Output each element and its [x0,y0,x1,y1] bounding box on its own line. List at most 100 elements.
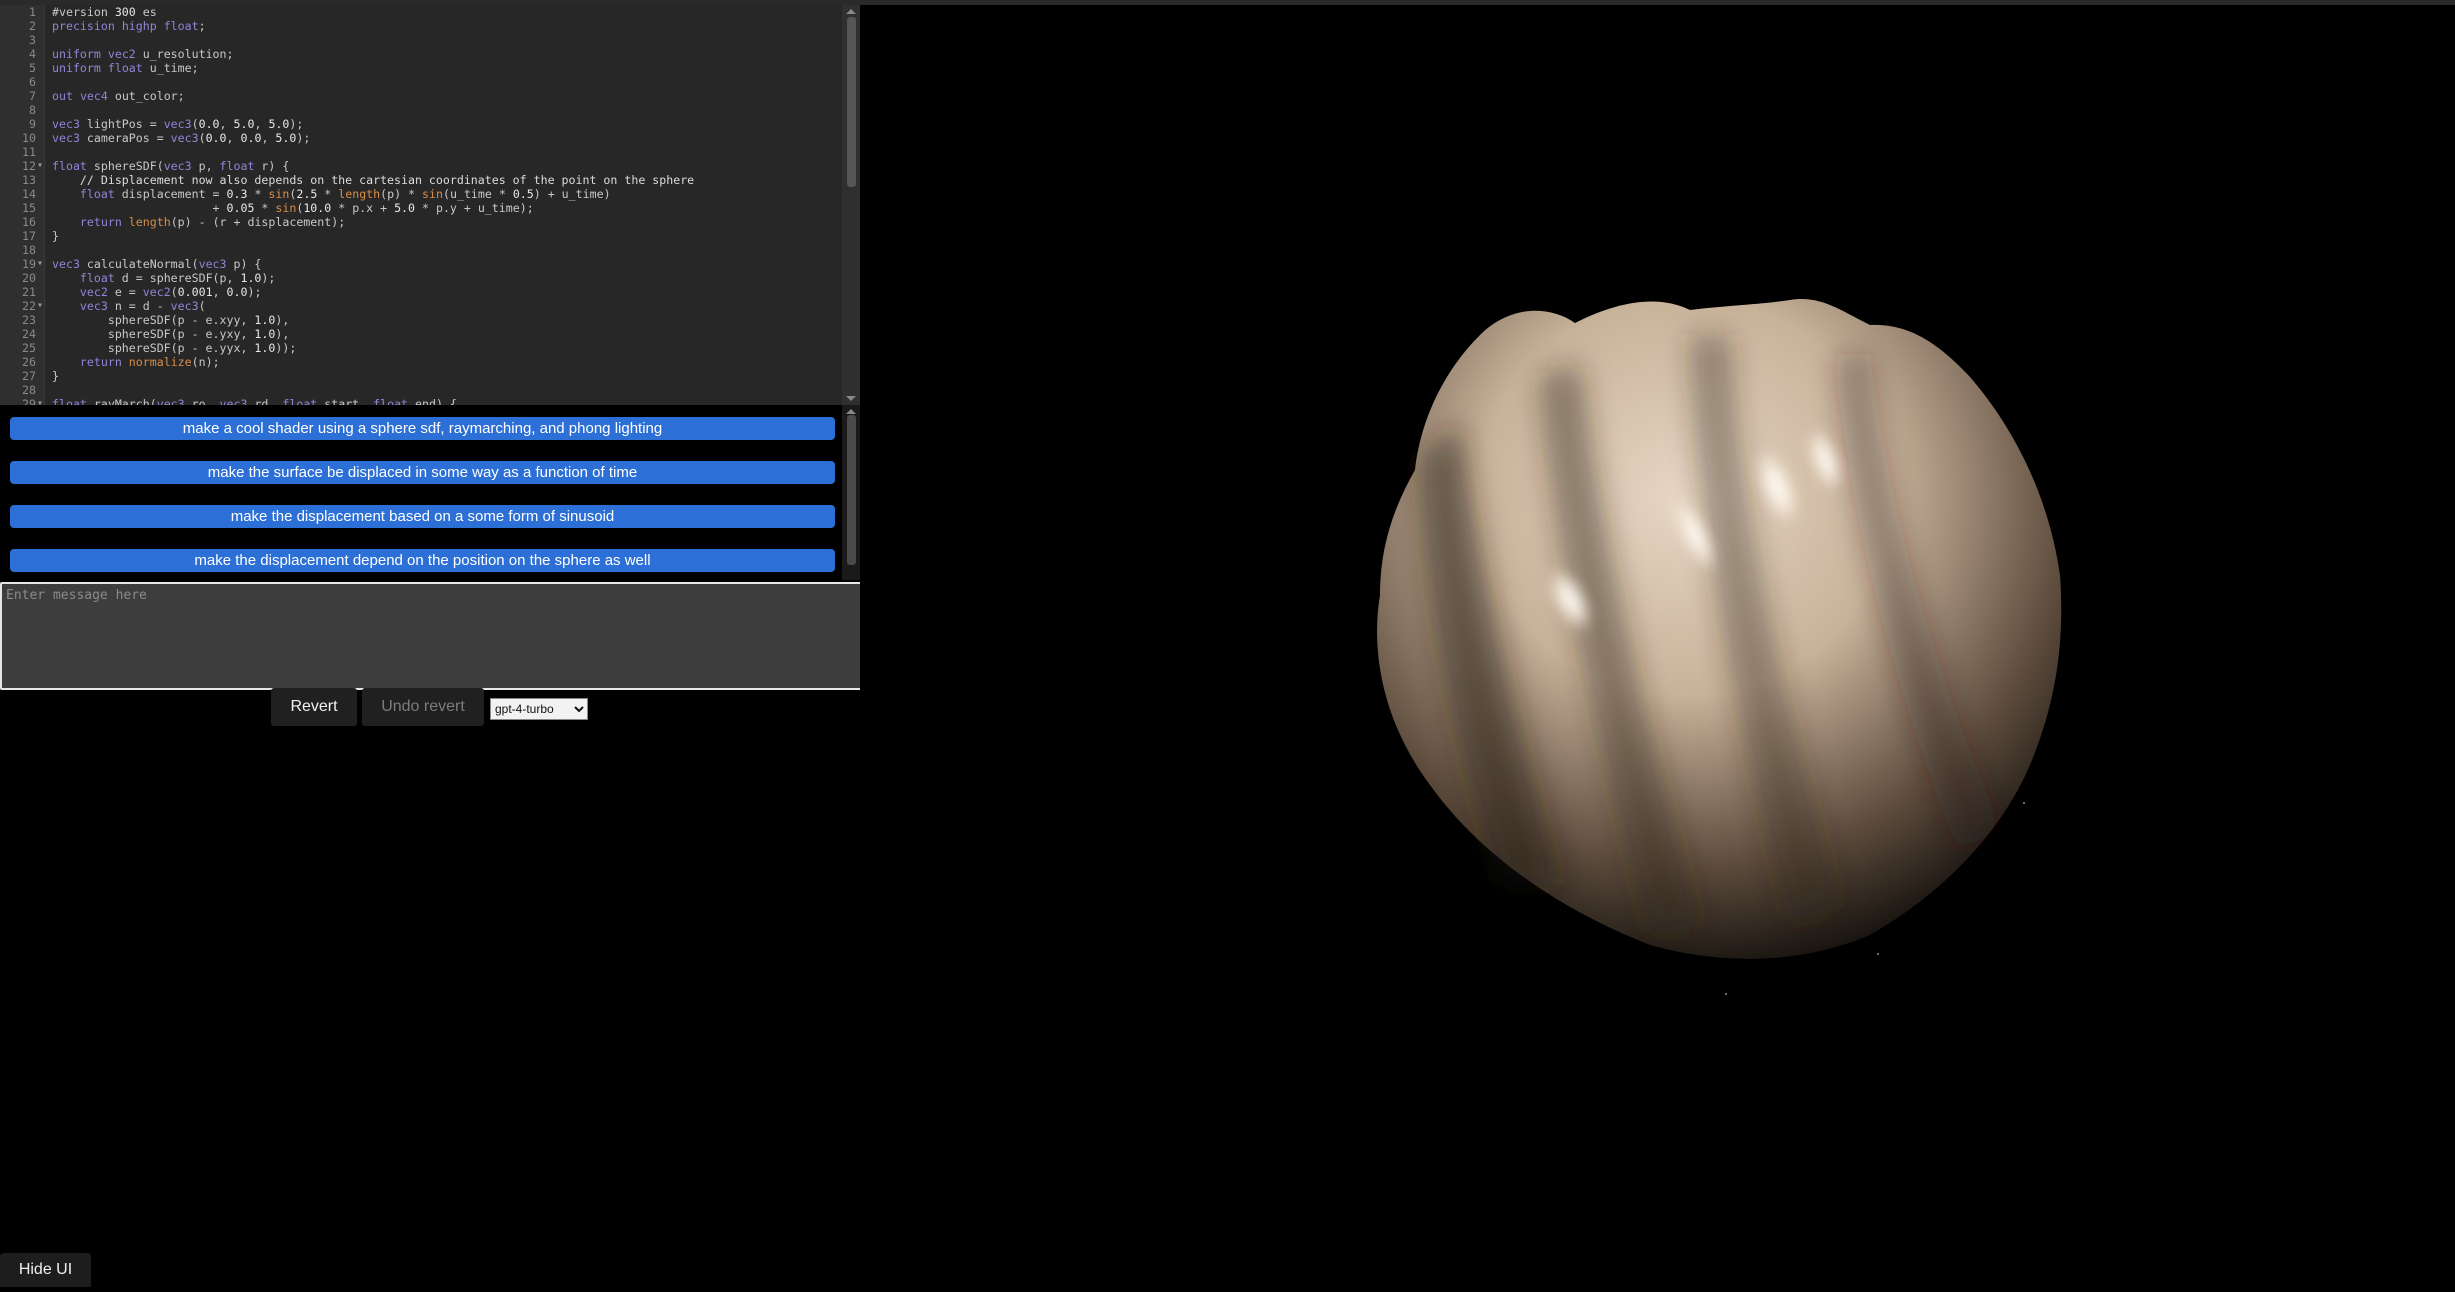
code-text[interactable]: precision highp float; [52,19,206,33]
code-line[interactable]: 13 // Displacement now also depends on t… [0,173,842,187]
code-text[interactable]: uniform vec2 u_resolution; [52,47,234,61]
code-line[interactable]: 16 return length(p) - (r + displacement)… [0,215,842,229]
code-line[interactable]: 18 [0,243,842,257]
line-number: 26 [22,355,36,369]
code-line[interactable]: 10 vec3 cameraPos = vec3(0.0, 0.0, 5.0); [0,131,842,145]
code-line[interactable]: 7 out vec4 out_color; [0,89,842,103]
line-number: 20 [22,271,36,285]
code-line[interactable]: 11 [0,145,842,159]
code-line[interactable]: 6 [0,75,842,89]
history-item[interactable]: make the displacement depend on the posi… [10,549,835,572]
code-line[interactable]: 1 #version 300 es [0,5,842,19]
code-text[interactable]: return length(p) - (r + displacement); [52,215,345,229]
code-text[interactable]: float sphereSDF(vec3 p, float r) { [52,159,289,173]
code-line[interactable]: 2 precision highp float; [0,19,842,33]
code-line[interactable]: 22 ▾ vec3 n = d - vec3( [0,299,842,313]
editor-scroll-thumb[interactable] [847,17,856,187]
line-number: 6 [29,75,36,89]
history-scrollbar[interactable] [842,405,860,580]
code-line[interactable]: 20 float d = sphereSDF(p, 1.0); [0,271,842,285]
fold-arrow-icon[interactable]: ▾ [37,159,43,173]
line-number: 2 [29,19,36,33]
line-number: 5 [29,61,36,75]
code-text[interactable]: float displacement = 0.3 * sin(2.5 * len… [52,187,611,201]
history-item[interactable]: make the surface be displaced in some wa… [10,461,835,484]
stray-pixel [2023,802,2025,804]
line-number: 9 [29,117,36,131]
code-line[interactable]: 9 vec3 lightPos = vec3(0.0, 5.0, 5.0); [0,117,842,131]
code-line[interactable]: 26 return normalize(n); [0,355,842,369]
code-text[interactable]: } [52,369,59,383]
hide-ui-button[interactable]: Hide UI [0,1253,91,1287]
line-number: 29 [22,397,36,405]
code-text[interactable]: // Displacement now also depends on the … [52,173,694,187]
code-line[interactable]: 12 ▾ float sphereSDF(vec3 p, float r) { [0,159,842,173]
message-input[interactable] [0,582,868,690]
line-number: 19 [22,257,36,271]
code-line[interactable]: 3 [0,33,842,47]
stray-pixel [1877,953,1879,955]
code-line[interactable]: 25 sphereSDF(p - e.yyx, 1.0)); [0,341,842,355]
fold-arrow-icon[interactable]: ▾ [37,397,43,405]
history-item[interactable]: make the displacement based on a some fo… [10,505,835,528]
line-number: 16 [22,215,36,229]
revert-button[interactable]: Revert [271,688,357,726]
code-content[interactable]: 1 #version 300 es 2 precision highp float; 3… [0,5,842,405]
code-line[interactable]: 21 vec2 e = vec2(0.001, 0.0); [0,285,842,299]
code-line[interactable]: 27} [0,369,842,383]
line-number: 25 [22,341,36,355]
line-number: 12 [22,159,36,173]
stray-pixel [1725,993,1727,995]
line-number: 1 [29,5,36,19]
history-item[interactable]: make a cool shader using a sphere sdf, r… [10,417,835,440]
code-text[interactable]: vec3 calculateNormal(vec3 p) { [52,257,261,271]
code-text[interactable]: float d = sphereSDF(p, 1.0); [52,271,275,285]
line-number: 28 [22,383,36,397]
line-number: 15 [22,201,36,215]
code-line[interactable]: 5 uniform float u_time; [0,61,842,75]
code-text[interactable]: sphereSDF(p - e.yxy, 1.0), [52,327,290,341]
code-text[interactable]: vec3 lightPos = vec3(0.0, 5.0, 5.0); [52,117,303,131]
line-number: 13 [22,173,36,187]
line-number: 24 [22,327,36,341]
scroll-up-arrow-icon[interactable] [846,9,856,14]
code-line[interactable]: 29 ▾ float rayMarch(vec3 ro, vec3 rd, floa… [0,397,842,405]
code-text[interactable]: sphereSDF(p - e.xyy, 1.0), [52,313,290,327]
history-scroll-thumb[interactable] [847,415,856,565]
line-number: 18 [22,243,36,257]
model-select[interactable]: gpt-4-turbo [490,698,588,720]
code-line[interactable]: 23 sphereSDF(p - e.xyy, 1.0), [0,313,842,327]
code-line[interactable]: 15 + 0.05 * sin(10.0 * p.x + 5.0 * p.y +… [0,201,842,215]
editor-scrollbar[interactable] [842,5,860,405]
code-text[interactable]: return normalize(n); [52,355,220,369]
shader-code-editor[interactable]: 1 #version 300 es 2 precision highp float; 3… [0,5,860,405]
code-line[interactable]: 28 [0,383,842,397]
fold-arrow-icon[interactable]: ▾ [37,257,43,271]
code-line[interactable]: 17} [0,229,842,243]
code-line[interactable]: 4 uniform vec2 u_resolution; [0,47,842,61]
shader-render-canvas[interactable] [860,5,2455,1287]
code-line[interactable]: 19 ▾ vec3 calculateNormal(vec3 p) { [0,257,842,271]
undo-revert-button[interactable]: Undo revert [362,688,484,726]
displaced-sphere-render [1377,299,2062,995]
code-text[interactable]: vec2 e = vec2(0.001, 0.0); [52,285,262,299]
code-line[interactable]: 24 sphereSDF(p - e.yxy, 1.0), [0,327,842,341]
scroll-down-arrow-icon[interactable] [846,396,856,401]
code-text[interactable]: #version 300 es [52,5,157,19]
code-text[interactable]: vec3 cameraPos = vec3(0.0, 0.0, 5.0); [52,131,310,145]
code-line[interactable]: 14 float displacement = 0.3 * sin(2.5 * … [0,187,842,201]
prompt-history-list: make a cool shader using a sphere sdf, r… [0,405,860,580]
code-text[interactable]: out vec4 out_color; [52,89,185,103]
code-line[interactable]: 8 [0,103,842,117]
line-number: 14 [22,187,36,201]
code-text[interactable]: } [52,229,59,243]
code-text[interactable]: float rayMarch(vec3 ro, vec3 rd, float s… [52,397,457,405]
code-text[interactable]: + 0.05 * sin(10.0 * p.x + 5.0 * p.y + u_… [52,201,534,215]
scroll-up-arrow-icon[interactable] [846,409,856,414]
fold-arrow-icon[interactable]: ▾ [37,299,43,313]
line-number: 21 [22,285,36,299]
code-text[interactable]: uniform float u_time; [52,61,199,75]
code-text[interactable]: sphereSDF(p - e.yyx, 1.0)); [52,341,297,355]
line-number: 17 [22,229,36,243]
code-text[interactable]: vec3 n = d - vec3( [52,299,206,313]
